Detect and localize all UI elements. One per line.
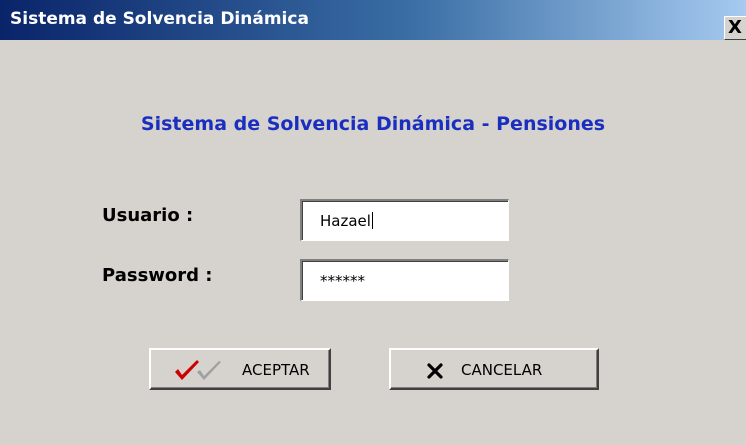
user-label: Usuario : <box>102 205 194 226</box>
login-dialog: Sistema de Solvencia Dinámica X Sistema … <box>0 0 746 445</box>
cancel-button[interactable]: CANCELAR <box>389 348 599 390</box>
cancel-button-label: CANCELAR <box>461 361 543 379</box>
password-label: Password : <box>102 265 213 286</box>
user-field-value: Hazael <box>320 212 373 230</box>
text-caret <box>371 212 373 229</box>
window-title: Sistema de Solvencia Dinámica <box>10 9 309 29</box>
password-field[interactable]: ****** <box>300 259 509 301</box>
page-title: Sistema de Solvencia Dinámica - Pensione… <box>140 113 606 135</box>
password-field-value: ****** <box>320 272 365 290</box>
title-bar[interactable]: Sistema de Solvencia Dinámica X <box>0 0 746 40</box>
close-icon: X <box>728 17 742 38</box>
x-icon <box>426 361 444 385</box>
user-field[interactable]: Hazael <box>300 199 509 241</box>
double-checkmark-icon <box>173 360 233 388</box>
accept-button-label: ACEPTAR <box>242 361 310 379</box>
accept-button[interactable]: ACEPTAR <box>149 348 331 390</box>
close-button[interactable]: X <box>724 16 746 40</box>
